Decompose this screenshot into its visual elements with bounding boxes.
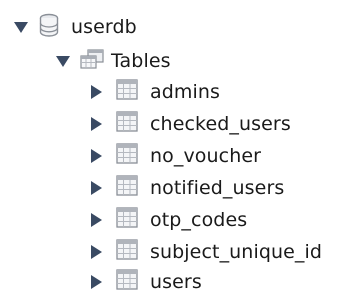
expand-arrow-icon[interactable] — [91, 85, 102, 99]
tables-folder-icon — [79, 48, 105, 75]
expand-arrow-icon[interactable] — [91, 117, 102, 131]
database-label: userdb — [71, 16, 137, 38]
tree-node-table[interactable]: admins — [0, 76, 220, 108]
tree-node-tables[interactable]: Tables — [0, 45, 171, 77]
table-icon — [116, 111, 138, 137]
expand-arrow-icon[interactable] — [91, 213, 102, 227]
table-label: no_voucher — [150, 145, 262, 167]
tree-node-table[interactable]: notified_users — [0, 172, 284, 204]
table-icon — [116, 269, 138, 295]
tree-node-table[interactable]: otp_codes — [0, 204, 247, 236]
table-label: notified_users — [150, 177, 285, 199]
table-label: subject_unique_id — [150, 241, 323, 263]
expand-arrow-icon[interactable] — [14, 21, 28, 33]
expand-arrow-icon[interactable] — [91, 275, 102, 289]
expand-arrow-icon[interactable] — [91, 181, 102, 195]
expand-arrow-icon[interactable] — [56, 55, 70, 67]
table-icon — [116, 207, 138, 233]
tables-label: Tables — [111, 50, 171, 72]
expand-arrow-icon[interactable] — [91, 245, 102, 259]
table-icon — [116, 239, 138, 265]
tree-node-table[interactable]: users — [0, 266, 202, 298]
table-label: checked_users — [150, 113, 291, 135]
table-label: otp_codes — [150, 209, 248, 231]
tree-node-table[interactable]: no_voucher — [0, 140, 261, 172]
database-icon — [39, 13, 59, 42]
tree-node-table[interactable]: checked_users — [0, 108, 291, 140]
tree-node-table[interactable]: subject_unique_id — [0, 236, 322, 268]
expand-arrow-icon[interactable] — [91, 149, 102, 163]
tree-node-database[interactable]: userdb — [0, 11, 137, 43]
table-label: admins — [150, 81, 221, 103]
table-label: users — [150, 271, 202, 293]
table-icon — [116, 175, 138, 201]
table-icon — [116, 79, 138, 105]
table-icon — [116, 143, 138, 169]
